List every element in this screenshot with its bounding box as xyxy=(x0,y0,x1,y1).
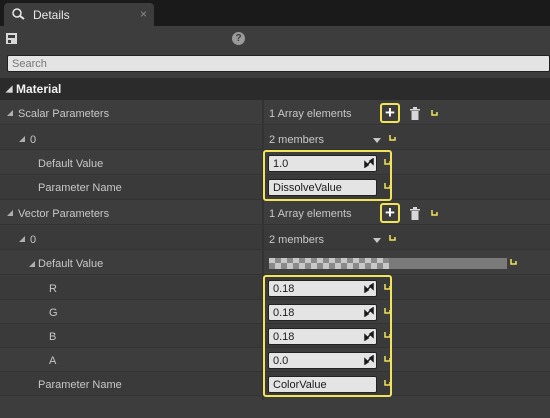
panel-footer xyxy=(0,400,550,418)
reset-icon[interactable] xyxy=(383,379,392,389)
reset-icon[interactable] xyxy=(383,307,392,317)
b-label: B xyxy=(49,331,57,343)
tab-title: Details xyxy=(33,8,70,22)
spin-icon[interactable] xyxy=(364,283,374,293)
reset-icon[interactable] xyxy=(383,331,392,341)
vector-members: 2 members xyxy=(269,234,325,246)
g-label: G xyxy=(49,307,58,319)
vector-index-label: 0 xyxy=(30,234,37,246)
scalar-parameters-label: Scalar Parameters xyxy=(18,108,110,120)
lock-icon[interactable] xyxy=(5,32,18,45)
toolbar xyxy=(0,26,550,51)
tab-details[interactable]: Details × xyxy=(4,3,154,26)
scalar-default-label: Default Value xyxy=(38,158,104,170)
spin-icon[interactable] xyxy=(364,355,374,365)
expand-arrow-icon[interactable] xyxy=(19,236,25,242)
reset-icon[interactable] xyxy=(509,258,518,268)
scalar-name-label: Parameter Name xyxy=(38,182,122,194)
vector-parameters-label: Vector Parameters xyxy=(18,208,110,220)
reset-icon[interactable] xyxy=(383,158,392,168)
alpha-checker xyxy=(269,263,389,269)
vector-name-field[interactable] xyxy=(268,376,377,393)
details-icon xyxy=(12,8,25,20)
g-field[interactable] xyxy=(268,304,377,321)
reset-icon[interactable] xyxy=(388,134,397,144)
a-field[interactable] xyxy=(268,352,377,369)
expand-arrow-icon[interactable] xyxy=(19,136,25,142)
expand-arrow-icon[interactable] xyxy=(7,110,13,116)
scalar-default-field[interactable] xyxy=(268,155,377,172)
scalar-array-count: 1 Array elements xyxy=(269,108,352,120)
reset-icon[interactable] xyxy=(383,283,392,293)
chevron-down-icon[interactable] xyxy=(373,238,381,243)
reset-icon[interactable] xyxy=(383,182,392,192)
expand-arrow-icon[interactable] xyxy=(7,210,13,216)
r-label: R xyxy=(49,283,57,295)
add-element-button[interactable]: + xyxy=(380,203,400,223)
trash-icon[interactable] xyxy=(409,107,421,120)
reset-icon[interactable] xyxy=(388,234,397,244)
expand-arrow-icon[interactable] xyxy=(5,85,13,93)
a-label: A xyxy=(49,355,57,367)
scalar-members: 2 members xyxy=(269,134,325,146)
trash-icon[interactable] xyxy=(409,207,421,220)
category-header[interactable] xyxy=(0,78,550,100)
reset-icon[interactable] xyxy=(430,209,439,219)
category-label: Material xyxy=(16,82,62,96)
vector-name-label: Parameter Name xyxy=(38,379,122,391)
chevron-down-icon[interactable] xyxy=(373,138,381,143)
spin-icon[interactable] xyxy=(364,307,374,317)
vector-array-count: 1 Array elements xyxy=(269,208,352,220)
r-field[interactable] xyxy=(268,280,377,297)
scalar-name-field[interactable] xyxy=(268,179,377,196)
vector-default-label: Default Value xyxy=(38,258,104,270)
close-icon[interactable]: × xyxy=(140,7,147,21)
expand-arrow-icon[interactable] xyxy=(29,261,35,267)
scalar-index-label: 0 xyxy=(30,134,37,146)
spin-icon[interactable] xyxy=(364,331,374,341)
reset-icon[interactable] xyxy=(430,109,439,119)
help-icon[interactable]: ? xyxy=(232,32,245,45)
reset-icon[interactable] xyxy=(383,355,392,365)
spin-icon[interactable] xyxy=(364,158,374,168)
add-element-button[interactable]: + xyxy=(380,103,400,123)
search-input[interactable] xyxy=(7,55,550,72)
b-field[interactable] xyxy=(268,328,377,345)
